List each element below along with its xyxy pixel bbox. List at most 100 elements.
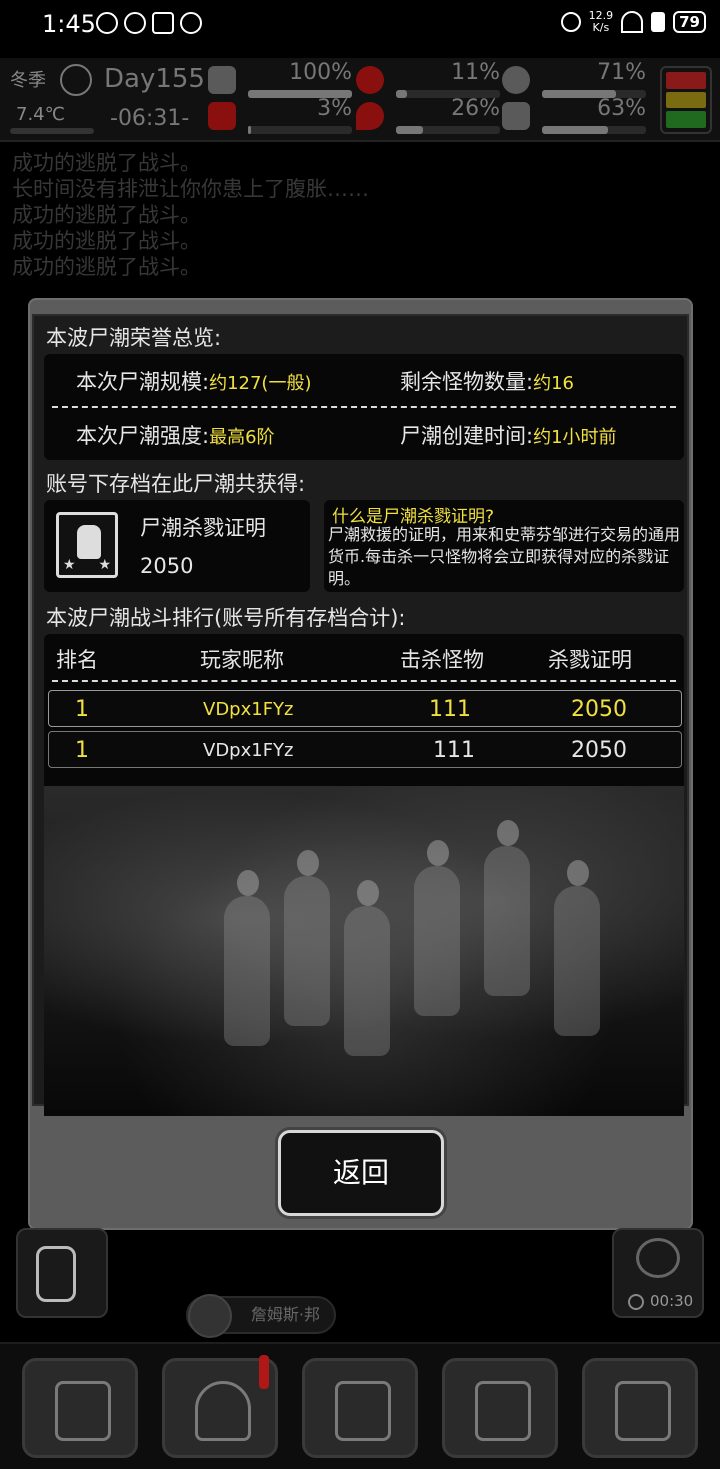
- row-rank: 1: [75, 697, 89, 722]
- shopping-cart-icon: [475, 1381, 531, 1441]
- zombie-figure: [554, 860, 600, 1036]
- battery-saver-icon: [651, 12, 666, 32]
- gesture-button[interactable]: [16, 1228, 108, 1318]
- row-rank: 1: [75, 738, 89, 763]
- overview-title: 本波尸潮荣誉总览:: [46, 326, 222, 350]
- zombie-horde-illustration: [44, 786, 684, 1116]
- horde-overview-panel: 本次尸潮规模:约127(一般) 剩余怪物数量:约16 本次尸潮强度:最高6阶 尸…: [44, 354, 684, 460]
- stat-hunger[interactable]: 11%: [356, 60, 504, 98]
- stat-health[interactable]: 100%: [208, 60, 356, 98]
- stat-toilet-value: 3%: [317, 96, 352, 121]
- star-icon: ★: [98, 557, 111, 573]
- stat-toilet-fill: [248, 126, 252, 134]
- npc-name-tag[interactable]: 詹姆斯·邦: [186, 1294, 336, 1338]
- ranking-row[interactable]: 1 VDpx1FYz 111 2050: [48, 690, 682, 727]
- day-counter: Day155: [104, 64, 205, 94]
- flask-icon: [208, 102, 236, 130]
- zombie-figure: [344, 880, 390, 1056]
- radio-button[interactable]: 00:30: [612, 1228, 704, 1318]
- water-drop-icon: [356, 102, 384, 130]
- pointer-hand-icon: [36, 1246, 76, 1302]
- satellite-dish-icon: [636, 1238, 680, 1278]
- horde-intensity-label: 本次尸潮强度:: [76, 424, 210, 448]
- remaining-monsters-value: 约16: [533, 373, 574, 394]
- capsule-icon: [502, 66, 530, 94]
- kill-cert-medal-icon: ★ ★: [56, 512, 118, 578]
- network-speed: 12.9 K/s: [589, 10, 614, 34]
- col-rank: 排名: [56, 648, 98, 672]
- zombie-hand-icon: [77, 525, 101, 559]
- row-certs: 2050: [571, 697, 627, 722]
- row-certs: 2050: [571, 738, 627, 763]
- nav-journal[interactable]: [302, 1358, 418, 1458]
- temperature: 7.4℃: [16, 104, 65, 125]
- status-bar: 1:45 12.9 K/s 79: [0, 0, 720, 52]
- bottom-nav: [0, 1342, 720, 1469]
- stat-toilet[interactable]: 3%: [208, 96, 356, 134]
- nfc-icon: [152, 12, 174, 34]
- nav-skills[interactable]: [162, 1355, 278, 1458]
- dialog-content: 本波尸潮荣誉总览: 本次尸潮规模:约127(一般) 剩余怪物数量:约16 本次尸…: [32, 314, 689, 1116]
- kill-cert-name: 尸潮杀戮证明: [140, 516, 266, 540]
- npc-avatar: [188, 1294, 232, 1338]
- stat-mood-fill: [542, 126, 608, 134]
- stat-health-value: 100%: [289, 60, 352, 85]
- horde-scale: 本次尸潮规模:约127(一般): [76, 366, 311, 396]
- divider: [52, 406, 676, 408]
- brain-head-icon: [195, 1381, 251, 1441]
- nav-backpack[interactable]: [22, 1358, 138, 1458]
- radio-timer: 00:30: [650, 1292, 694, 1310]
- notification-badge-icon: [259, 1355, 269, 1389]
- stat-thirst-fill: [396, 126, 424, 134]
- kill-cert-card[interactable]: ★ ★ 尸潮杀戮证明 2050: [44, 500, 310, 592]
- horde-intensity: 本次尸潮强度:最高6阶: [76, 420, 275, 450]
- stat-hunger-value: 11%: [451, 60, 500, 85]
- tooltip-body: 尸潮救援的证明，用来和史蒂芬邹进行交易的通用货币.每击杀一只怪物将会立即获得对应…: [328, 525, 681, 588]
- horde-created-label: 尸潮创建时间:: [400, 424, 534, 448]
- back-button[interactable]: 返回: [278, 1130, 444, 1216]
- game-hud: 冬季 7.4℃ Day155 -06:31- 100% 11% 71% 3% 2…: [0, 58, 720, 142]
- zombie-figure: [414, 840, 460, 1016]
- row-kills: 111: [429, 697, 471, 722]
- stat-thirst-value: 26%: [451, 96, 500, 121]
- earned-title: 账号下存档在此尸潮共获得:: [46, 472, 306, 496]
- npc-name: 詹姆斯·邦: [250, 1305, 320, 1324]
- wifi-icon: [621, 11, 644, 33]
- mute-icon: [560, 12, 581, 32]
- notebook-icon: [335, 1381, 391, 1441]
- remaining-monsters: 剩余怪物数量:约16: [400, 366, 574, 396]
- speedometer-icon: [96, 12, 118, 34]
- ranking-title: 本波尸潮战斗排行(账号所有存档合计):: [46, 606, 406, 630]
- col-certs: 杀戮证明: [548, 648, 632, 672]
- horde-created-value: 约1小时前: [533, 427, 617, 448]
- menu-list-icon: [615, 1381, 671, 1441]
- col-player-name: 玩家昵称: [200, 648, 284, 672]
- stat-mood[interactable]: 63%: [502, 96, 650, 134]
- row-kills: 111: [433, 738, 475, 763]
- ranking-row[interactable]: 1 VDpx1FYz 111 2050: [48, 731, 682, 768]
- row-player-name: VDpx1FYz: [203, 740, 294, 761]
- row-player-name: VDpx1FYz: [203, 699, 294, 720]
- alert-indicator[interactable]: [660, 66, 712, 134]
- kill-cert-tooltip: 什么是尸潮杀戮证明? 尸潮救援的证明，用来和史蒂芬邹进行交易的通用货币.每击杀一…: [324, 500, 684, 592]
- heart-icon: [502, 102, 530, 130]
- nav-shop[interactable]: [442, 1358, 558, 1458]
- network-speed-unit: K/s: [592, 21, 610, 34]
- stat-hunger-fill: [396, 90, 408, 98]
- temperature-bar: [10, 128, 94, 134]
- kill-cert-count: 2050: [140, 554, 194, 578]
- nav-menu[interactable]: [582, 1358, 698, 1458]
- zombie-figure: [224, 870, 270, 1046]
- moon-icon: [60, 64, 92, 96]
- horde-honor-dialog: 本波尸潮荣誉总览: 本次尸潮规模:约127(一般) 剩余怪物数量:约16 本次尸…: [28, 298, 693, 1230]
- stat-stamina-value: 71%: [597, 60, 646, 85]
- season-panel[interactable]: 冬季 7.4℃: [6, 62, 94, 134]
- stat-thirst[interactable]: 26%: [356, 96, 504, 134]
- alert-red: [666, 72, 706, 89]
- header-divider: [52, 680, 676, 682]
- stat-stamina[interactable]: 71%: [502, 60, 650, 98]
- timer-icon: [628, 1294, 644, 1310]
- stat-mood-value: 63%: [597, 96, 646, 121]
- horde-intensity-value: 最高6阶: [209, 427, 275, 448]
- horde-scale-label: 本次尸潮规模:: [76, 370, 210, 394]
